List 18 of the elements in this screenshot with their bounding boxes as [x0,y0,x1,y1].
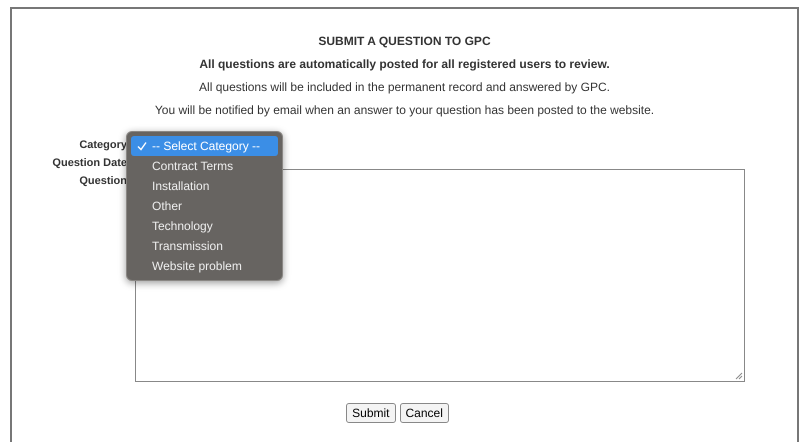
menu-option[interactable]: Other [131,196,278,216]
form-title: SUBMIT A QUESTION TO GPC [318,33,491,49]
field-label: Category [79,138,127,153]
field-label: Question [79,174,127,189]
checkmark-icon [137,141,147,151]
menu-option[interactable]: Technology [131,216,278,236]
menu-option[interactable]: Transmission [131,236,278,256]
menu-option[interactable]: Website problem [131,256,278,276]
menu-option[interactable]: Installation [131,176,278,196]
menu-option[interactable]: -- Select Category -- [131,136,278,156]
notice-text: You will be notified by email when an answer to your question has been posted to the website. [154,102,654,118]
submit-button[interactable]: Submit [346,403,396,423]
field-label: Question Date [52,156,127,171]
menu-option[interactable]: Contract Terms [131,156,278,176]
resize-grip-icon[interactable] [735,372,743,380]
notice-text: All questions are automatically posted for all registered users to review. [199,56,610,72]
notice-text: All questions will be included in the permanent record and answered by GPC. [199,79,610,95]
cancel-button[interactable]: Cancel [400,403,449,423]
